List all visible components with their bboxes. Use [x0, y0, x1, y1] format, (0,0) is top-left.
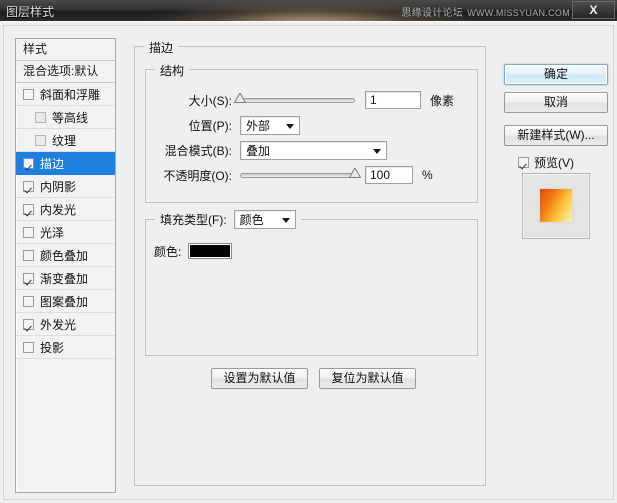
preview-checkbox[interactable]	[518, 157, 529, 168]
sidebar-item-label: 颜色叠加	[40, 248, 89, 263]
cancel-button[interactable]: 取消	[504, 92, 608, 113]
size-slider-thumb[interactable]	[233, 91, 247, 103]
sidebar-item-label: 外发光	[40, 317, 77, 332]
watermark-site-url: WWW.MISSYUAN.COM	[467, 8, 570, 18]
blend-mode-dropdown[interactable]: 叠加	[240, 140, 387, 160]
opacity-slider-thumb[interactable]	[348, 166, 362, 178]
blend-mode-row: 混合模式(B): 叠加	[156, 140, 471, 160]
dialog-inner-frame: 样式 混合选项:默认 斜面和浮雕 等高线 纹理 描边 内阴影 内发光 光泽 颜色叠加 渐变叠加图…	[3, 25, 614, 500]
style-enable-checkbox[interactable]	[23, 318, 34, 330]
ok-button[interactable]: 确定	[504, 64, 608, 85]
style-enable-checkbox[interactable]	[23, 180, 34, 192]
style-enable-checkbox[interactable]	[23, 249, 34, 261]
blend-mode-dropdown-value: 叠加	[246, 143, 271, 158]
size-label: 大小(S):	[188, 93, 232, 108]
opacity-label: 不透明度(O):	[163, 168, 232, 183]
set-as-default-button[interactable]: 设置为默认值	[211, 368, 308, 389]
sidebar-item-11[interactable]: 投影	[16, 336, 115, 359]
sidebar-item-10[interactable]: 外发光	[16, 313, 115, 336]
sidebar-item-label: 渐变叠加	[40, 271, 89, 286]
style-enable-checkbox[interactable]	[23, 341, 34, 353]
reset-to-default-button[interactable]: 复位为默认值	[319, 368, 416, 389]
sidebar-item-label: 图案叠加	[40, 294, 89, 309]
sidebar-item-label: 纹理	[52, 133, 77, 148]
sidebar-item-label: 斜面和浮雕	[40, 87, 101, 102]
blend-mode-label: 混合模式(B):	[164, 143, 232, 158]
style-enable-checkbox[interactable]	[35, 134, 46, 146]
color-swatch[interactable]	[188, 243, 233, 259]
style-enable-checkbox[interactable]	[23, 157, 34, 169]
window-title-bar: 图层样式 思缘设计论坛 WWW.MISSYUAN.COM X	[0, 0, 617, 21]
opacity-row: 不透明度(O): 100 %	[152, 165, 474, 185]
sidebar-item-0[interactable]: 斜面和浮雕	[16, 83, 115, 106]
sidebar-item-label: 内阴影	[40, 179, 77, 194]
sidebar-item-label: 等高线	[52, 110, 89, 125]
position-dropdown-value: 外部	[246, 118, 271, 133]
style-enable-checkbox[interactable]	[23, 272, 34, 284]
fill-type-dropdown[interactable]: 颜色	[233, 210, 296, 229]
sidebar-item-blending-options[interactable]: 混合选项:默认	[16, 61, 115, 83]
fill-type-legend: 填充类型(F): 颜色	[155, 210, 301, 229]
opacity-slider[interactable]	[240, 166, 362, 178]
size-slider[interactable]	[233, 91, 355, 103]
style-preview-thumbnail	[522, 173, 590, 239]
position-dropdown[interactable]: 外部	[240, 115, 300, 135]
opacity-unit-label: %	[422, 168, 433, 182]
size-value-input[interactable]: 1	[365, 91, 421, 109]
stroke-group: 描边 结构 大小(S): 1 像素 位置(P): 外部 混合模式(B): 叠加 …	[134, 39, 486, 486]
forum-watermark: 思缘设计论坛 WWW.MISSYUAN.COM	[401, 4, 570, 19]
sidebar-item-9[interactable]: 图案叠加	[16, 290, 115, 313]
stroke-settings-panel: 描边 结构 大小(S): 1 像素 位置(P): 外部 混合模式(B): 叠加 …	[128, 38, 488, 493]
preview-checkbox-row[interactable]: 预览(V)	[518, 154, 574, 171]
chevron-down-icon	[281, 218, 290, 223]
fill-type-label: 填充类型(F):	[160, 213, 227, 227]
sidebar-item-label: 光泽	[40, 225, 65, 240]
style-enable-checkbox[interactable]	[23, 203, 34, 215]
sidebar-item-1[interactable]: 等高线	[16, 106, 115, 129]
chevron-down-icon	[286, 123, 294, 129]
style-enable-checkbox[interactable]	[23, 295, 34, 307]
position-row: 位置(P): 外部	[156, 115, 471, 135]
fill-type-dropdown-value: 颜色	[239, 213, 264, 227]
sidebar-item-label: 投影	[40, 340, 65, 355]
sidebar-item-7[interactable]: 颜色叠加	[16, 244, 115, 267]
color-row: 颜色:	[154, 241, 233, 261]
layer-style-dialog: 样式 混合选项:默认 斜面和浮雕 等高线 纹理 描边 内阴影 内发光 光泽 颜色叠加 渐变叠加图…	[0, 21, 617, 503]
structure-group: 结构 大小(S): 1 像素 位置(P): 外部 混合模式(B): 叠加 不透明…	[145, 62, 478, 203]
styles-list-header: 样式	[16, 39, 115, 61]
sidebar-item-6[interactable]: 光泽	[16, 221, 115, 244]
preview-label: 预览(V)	[534, 156, 574, 170]
sidebar-item-5[interactable]: 内发光	[16, 198, 115, 221]
size-row: 大小(S): 1 像素	[156, 90, 471, 110]
opacity-value-input[interactable]: 100	[365, 166, 413, 184]
preview-gradient-square	[539, 188, 573, 223]
position-label: 位置(P):	[188, 118, 232, 133]
styles-list-panel: 样式 混合选项:默认 斜面和浮雕等高线纹理描边内阴影内发光光泽颜色叠加渐变叠加图…	[15, 38, 116, 493]
stroke-group-title: 描边	[144, 39, 179, 56]
new-style-button[interactable]: 新建样式(W)...	[504, 125, 608, 146]
fill-type-group: 填充类型(F): 颜色 颜色:	[145, 210, 478, 356]
sidebar-item-2[interactable]: 纹理	[16, 129, 115, 152]
chevron-down-icon	[373, 148, 381, 154]
size-unit-label: 像素	[430, 93, 455, 108]
color-label: 颜色:	[154, 244, 182, 259]
sidebar-item-label: 描边	[40, 156, 65, 171]
structure-group-title: 结构	[155, 62, 190, 79]
style-enable-checkbox[interactable]	[23, 88, 34, 100]
styles-list-rows: 斜面和浮雕等高线纹理描边内阴影内发光光泽颜色叠加渐变叠加图案叠加外发光投影	[16, 83, 115, 359]
watermark-site-name: 思缘设计论坛	[401, 8, 464, 19]
sidebar-item-label: 内发光	[40, 202, 77, 217]
sidebar-item-4[interactable]: 内阴影	[16, 175, 115, 198]
sidebar-item-8[interactable]: 渐变叠加	[16, 267, 115, 290]
style-enable-checkbox[interactable]	[23, 226, 34, 238]
style-enable-checkbox[interactable]	[35, 111, 46, 123]
sidebar-item-3[interactable]: 描边	[16, 152, 115, 175]
close-button[interactable]: X	[572, 1, 615, 19]
window-title: 图层样式	[6, 5, 55, 19]
